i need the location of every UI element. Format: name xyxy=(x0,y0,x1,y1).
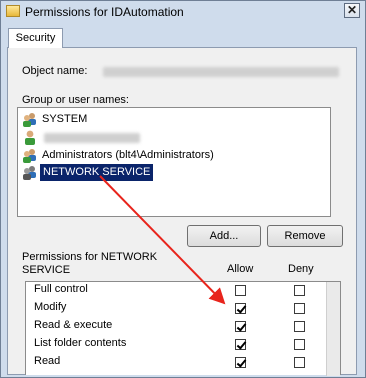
object-name-label: Object name: xyxy=(22,65,88,77)
deny-checkbox[interactable] xyxy=(294,303,305,314)
folder-icon xyxy=(6,5,20,17)
users-icon xyxy=(23,113,36,127)
list-item-label: NETWORK SERVICE xyxy=(40,164,154,181)
permission-row-read: Read xyxy=(26,354,326,372)
allow-checkbox[interactable] xyxy=(235,339,246,350)
allow-checkbox[interactable] xyxy=(235,303,246,314)
users-icon xyxy=(23,149,36,163)
deny-checkbox[interactable] xyxy=(294,321,305,332)
remove-button[interactable]: Remove xyxy=(267,225,343,247)
permission-row-list-folder-contents: List folder contents xyxy=(26,336,326,354)
permission-label: Read & execute xyxy=(34,319,113,331)
add-button[interactable]: Add... xyxy=(187,225,261,247)
list-item-administrators[interactable]: Administrators (blt4\Administrators) xyxy=(22,147,322,164)
allow-checkbox[interactable] xyxy=(235,357,246,368)
list-item-label: Administrators (blt4\Administrators) xyxy=(42,149,214,161)
close-button[interactable]: ✕ xyxy=(344,3,360,18)
permissions-label: Permissions for NETWORK SERVICE xyxy=(22,251,158,276)
list-item-network-service[interactable]: NETWORK SERVICE xyxy=(22,164,322,181)
group-names-label: Group or user names: xyxy=(22,94,129,106)
allow-checkbox[interactable] xyxy=(235,321,246,332)
permissions-dialog: Permissions for IDAutomation ✕ Security … xyxy=(0,0,366,378)
allow-checkbox[interactable] xyxy=(235,285,246,296)
object-name-value-redacted xyxy=(103,67,339,77)
window-title: Permissions for IDAutomation xyxy=(25,5,184,19)
permission-label: Full control xyxy=(34,283,88,295)
user-icon xyxy=(25,130,35,145)
tab-security[interactable]: Security xyxy=(8,28,63,48)
redacted-user-name xyxy=(44,133,140,143)
title-bar: Permissions for IDAutomation ✕ xyxy=(1,1,365,23)
deny-header: Deny xyxy=(288,263,314,275)
list-item-system[interactable]: SYSTEM xyxy=(22,111,322,128)
deny-checkbox[interactable] xyxy=(294,339,305,350)
permissions-scrollbar[interactable] xyxy=(326,282,340,376)
group-names-list[interactable]: SYSTEM Administrators (blt4\Administrato… xyxy=(17,107,331,217)
list-item-label: SYSTEM xyxy=(42,113,88,125)
permission-row-read-execute: Read & execute xyxy=(26,318,326,336)
users-icon xyxy=(23,166,36,180)
permission-label: Modify xyxy=(34,301,67,313)
deny-checkbox[interactable] xyxy=(294,357,305,368)
allow-header: Allow xyxy=(227,263,254,275)
permission-label: Read xyxy=(34,355,61,367)
permission-row-full-control: Full control xyxy=(26,282,326,300)
deny-checkbox[interactable] xyxy=(294,285,305,296)
list-item-redacted-user[interactable] xyxy=(22,129,322,146)
permission-label: List folder contents xyxy=(34,337,127,349)
permission-row-modify: Modify xyxy=(26,300,326,318)
permissions-list: Full control Modify Read & execute List … xyxy=(25,281,341,376)
